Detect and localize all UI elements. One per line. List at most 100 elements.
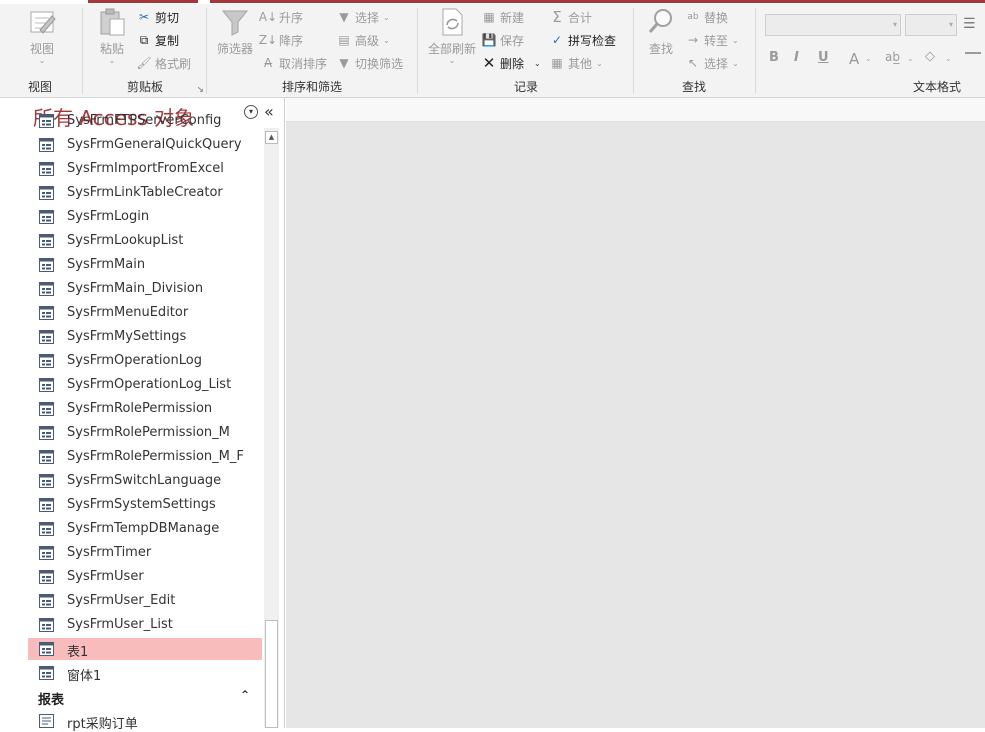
scroll-up-icon[interactable]: ▲ bbox=[265, 131, 278, 144]
nav-item-label: SysFrmGeneralQuickQuery bbox=[67, 137, 242, 152]
nav-form-item[interactable]: SysFrmRolePermission bbox=[28, 398, 262, 420]
select-button[interactable]: ↖ 选择 ⌄ bbox=[685, 53, 739, 73]
form-icon bbox=[39, 210, 54, 224]
filter-button[interactable]: 筛选器 bbox=[214, 6, 256, 57]
chevron-down-icon: ⌄ bbox=[732, 58, 739, 68]
collapse-pane-icon[interactable]: « bbox=[264, 102, 274, 121]
bullet-list-icon[interactable]: ☰ bbox=[963, 16, 976, 32]
refresh-icon bbox=[442, 8, 463, 36]
workspace bbox=[286, 98, 985, 728]
chevron-down-icon[interactable]: ⌄ bbox=[865, 54, 872, 63]
delete-x-icon: ✕ bbox=[482, 54, 496, 72]
paste-button[interactable]: 粘贴 ⌄ bbox=[94, 6, 130, 65]
nav-form-item[interactable]: SysFrmImportFromExcel bbox=[28, 158, 262, 180]
view-button[interactable]: 视图 ⌄ bbox=[22, 6, 62, 65]
font-size-combo[interactable]: ▾ bbox=[905, 14, 957, 36]
spelling-button[interactable]: ✓ 拼写检查 bbox=[549, 30, 616, 50]
new-record-button[interactable]: ▦ 新建 bbox=[481, 7, 524, 27]
nav-form-item[interactable]: SysFrmUser bbox=[28, 566, 262, 588]
nav-form-item[interactable]: SysFrmRolePermission_M_F bbox=[28, 446, 262, 468]
form-icon bbox=[39, 546, 54, 560]
nav-form-item[interactable]: SysFrmSwitchLanguage bbox=[28, 470, 262, 492]
form-icon bbox=[39, 258, 54, 272]
nav-form-item[interactable]: 表1 bbox=[28, 638, 262, 660]
scissors-icon: ✂ bbox=[138, 10, 150, 24]
toggle-filter-button[interactable]: ▼ 切换筛选 bbox=[336, 53, 403, 73]
section-label: 报表 bbox=[38, 693, 65, 708]
font-name-combo[interactable]: ▾ bbox=[765, 14, 901, 36]
nav-form-item[interactable]: SysFrmSystemSettings bbox=[28, 494, 262, 516]
highlight-icon[interactable]: ab̲ bbox=[885, 50, 900, 64]
copy-button[interactable]: ⧉ 复制 bbox=[136, 30, 179, 50]
totals-button[interactable]: Σ 合计 bbox=[549, 7, 592, 27]
nav-form-item[interactable]: SysFrmOperationLog_List bbox=[28, 374, 262, 396]
nav-form-item[interactable]: SysFrmUser_List bbox=[28, 614, 262, 636]
cut-button[interactable]: ✂ 剪切 bbox=[136, 7, 179, 27]
nav-form-item[interactable]: SysFrmMenuEditor bbox=[28, 302, 262, 324]
chevron-down-icon[interactable]: ⌄ bbox=[945, 54, 952, 63]
view-group: 视图 ⌄ 视图 bbox=[0, 4, 80, 98]
text-format-group-label: 文本格式 bbox=[912, 80, 961, 94]
divider bbox=[633, 8, 634, 94]
replace-button[interactable]: ab 替换 bbox=[685, 7, 728, 27]
nav-form-item[interactable]: SysFrmGeneralQuickQuery bbox=[28, 134, 262, 156]
nav-section-reports[interactable]: 报表 ⌃ bbox=[28, 686, 264, 708]
sort-ascending-button[interactable]: A↓ 升序 bbox=[259, 7, 303, 27]
sort-filter-group: 筛选器 A↓ 升序 Z↓ 降序 A̶ 取消排序 ▼ 选择 ⌄ ▤ 高级 ⌄ ▼ … bbox=[208, 4, 416, 98]
advanced-button[interactable]: ▤ 高级 ⌄ bbox=[336, 30, 390, 50]
nav-form-item[interactable]: SysFrmLinkTableCreator bbox=[28, 182, 262, 204]
form-icon bbox=[39, 570, 54, 584]
form-icon bbox=[39, 426, 54, 440]
nav-form-item[interactable]: SysFrmMySettings bbox=[28, 326, 262, 348]
nav-form-item[interactable]: SysFrmFTPServerConfig bbox=[28, 110, 262, 132]
nav-item-label: SysFrmLookupList bbox=[67, 233, 184, 248]
funnel-icon bbox=[221, 10, 249, 36]
sort-descending-button[interactable]: Z↓ 降序 bbox=[259, 30, 303, 50]
collapse-section-icon[interactable]: ⌃ bbox=[240, 688, 250, 702]
copy-icon: ⧉ bbox=[139, 32, 149, 47]
selection-filter-icon: ▼ bbox=[339, 10, 349, 24]
italic-button[interactable]: I bbox=[794, 50, 799, 65]
save-record-button[interactable]: 💾 保存 bbox=[481, 30, 525, 50]
more-button[interactable]: ▦ 其他 ⌄ bbox=[549, 53, 602, 73]
nav-form-item[interactable]: SysFrmTimer bbox=[28, 542, 262, 564]
clear-sort-button[interactable]: A̶ 取消排序 bbox=[260, 53, 327, 73]
nav-form-item[interactable]: SysFrmMain_Division bbox=[28, 278, 262, 300]
view-icon bbox=[30, 11, 56, 34]
find-button[interactable]: 查找 bbox=[641, 6, 681, 57]
form-icon bbox=[39, 354, 54, 368]
nav-form-item[interactable]: SysFrmOperationLog bbox=[28, 350, 262, 372]
font-color-button[interactable]: A bbox=[849, 50, 859, 68]
nav-form-item[interactable]: SysFrmUser_Edit bbox=[28, 590, 262, 612]
nav-form-item[interactable]: SysFrmMain bbox=[28, 254, 262, 276]
form-icon bbox=[39, 450, 54, 464]
bold-button[interactable]: B bbox=[769, 50, 779, 65]
refresh-all-button[interactable]: 全部刷新 ⌄ bbox=[425, 6, 479, 65]
selection-button[interactable]: ▼ 选择 ⌄ bbox=[336, 7, 389, 27]
chevron-down-icon: ⌄ bbox=[383, 35, 390, 45]
nav-item-label: SysFrmFTPServerConfig bbox=[67, 113, 222, 128]
form-icon bbox=[39, 162, 54, 176]
nav-report-item[interactable]: rpt采购订单 bbox=[28, 710, 262, 732]
nav-form-item[interactable]: SysFrmLookupList bbox=[28, 230, 262, 252]
delete-record-button[interactable]: ✕ 删除 ⌄ bbox=[481, 53, 541, 73]
nav-form-item[interactable]: 窗体1 bbox=[28, 662, 262, 684]
underline-button[interactable]: U bbox=[818, 50, 829, 65]
fill-color-icon[interactable]: ◇ bbox=[925, 49, 935, 64]
goto-button[interactable]: → 转至 ⌄ bbox=[685, 30, 739, 50]
align-icon[interactable] bbox=[965, 52, 981, 54]
form-icon bbox=[39, 138, 54, 152]
chevron-down-icon[interactable]: ⌄ bbox=[907, 54, 914, 63]
nav-item-label: SysFrmSwitchLanguage bbox=[67, 473, 222, 488]
nav-form-item[interactable]: SysFrmLogin bbox=[28, 206, 262, 228]
format-painter-button[interactable]: 🖌 格式刷 bbox=[136, 53, 191, 73]
scroll-thumb[interactable] bbox=[265, 620, 278, 728]
form-icon bbox=[39, 306, 54, 320]
nav-item-label: SysFrmRolePermission_M_F bbox=[67, 449, 244, 464]
spellcheck-icon: ✓ bbox=[551, 33, 563, 47]
find-group-label: 查找 bbox=[681, 80, 706, 94]
tab-accent-right bbox=[210, 0, 985, 3]
nav-form-item[interactable]: SysFrmTempDBManage bbox=[28, 518, 262, 540]
vertical-scrollbar[interactable]: ▲ bbox=[264, 128, 279, 728]
nav-form-item[interactable]: SysFrmRolePermission_M bbox=[28, 422, 262, 444]
